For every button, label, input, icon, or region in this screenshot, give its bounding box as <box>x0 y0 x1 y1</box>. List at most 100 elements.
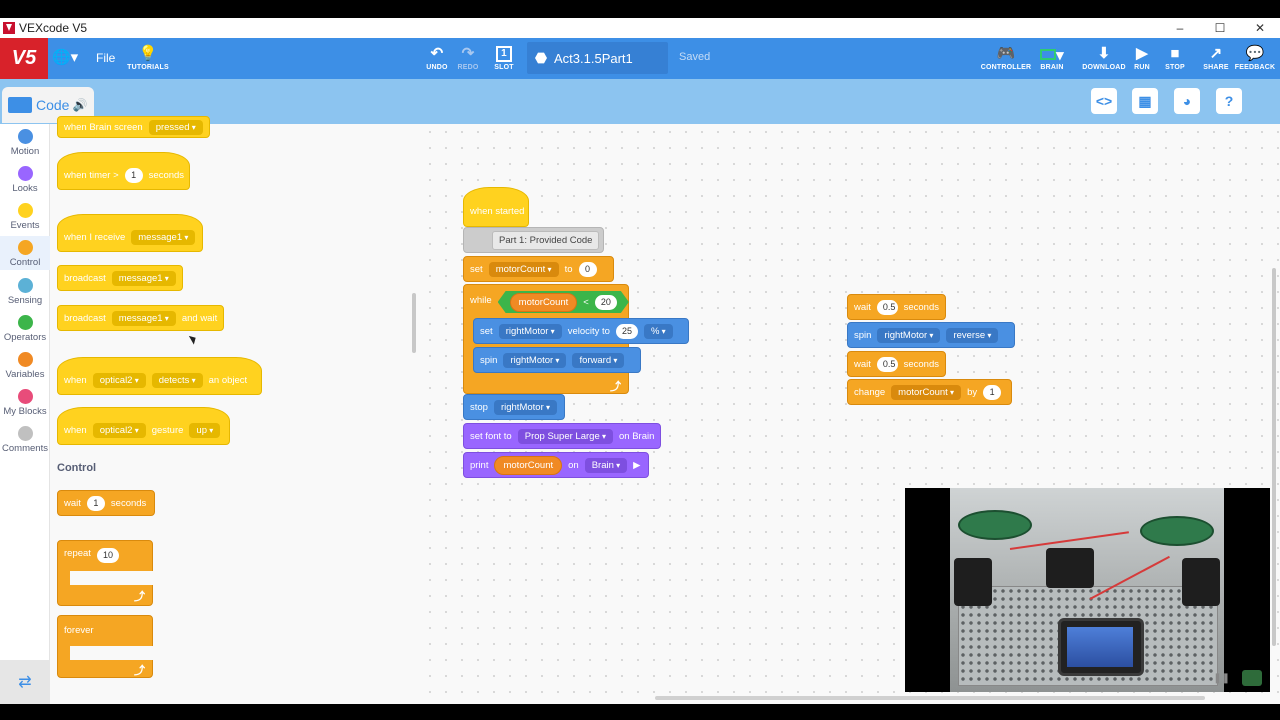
palette-when-brain-screen[interactable]: when Brain screen pressed <box>57 116 210 138</box>
brain-button[interactable]: ▾ BRAIN <box>1034 38 1070 79</box>
code-tab-label: Code <box>36 97 70 113</box>
set-velocity-block[interactable]: set rightMotor velocity to 25 % <box>473 318 689 344</box>
motor-dropdown[interactable]: rightMotor <box>498 323 562 339</box>
variable-dropdown[interactable]: motorCount <box>488 261 559 277</box>
project-name-field[interactable]: Act3.1.5Part1 <box>527 42 668 74</box>
category-my-blocks[interactable]: My Blocks <box>0 389 50 417</box>
sensor-dropdown[interactable]: optical2 <box>92 372 146 388</box>
motor-dropdown[interactable]: rightMotor <box>877 327 941 343</box>
category-looks[interactable]: Looks <box>0 166 50 194</box>
category-events[interactable]: Events <box>0 203 50 231</box>
variable-dropdown[interactable]: motorCount <box>891 384 962 400</box>
close-button[interactable]: ✕ <box>1240 18 1280 38</box>
video-control-button[interactable] <box>1242 670 1262 686</box>
minimize-button[interactable]: – <box>1160 18 1200 38</box>
unit-dropdown[interactable]: % <box>643 323 673 339</box>
side-spin-block[interactable]: spin rightMotor reverse <box>847 322 1015 348</box>
direction-dropdown[interactable]: forward <box>572 352 625 368</box>
help-button[interactable]: ? <box>1216 88 1242 114</box>
message-dropdown[interactable]: message1 <box>111 270 176 286</box>
download-button[interactable]: ⬇ DOWNLOAD <box>1082 38 1126 79</box>
tutorials-button[interactable]: 💡 TUTORIALS <box>127 38 169 79</box>
category-control[interactable]: Control <box>0 236 50 270</box>
wait-value-input[interactable]: 0.5 <box>876 299 898 315</box>
timer-value-input[interactable]: 1 <box>124 167 143 183</box>
motor-dropdown[interactable]: rightMotor <box>503 352 567 368</box>
wait-value-input[interactable]: 0.5 <box>876 356 898 372</box>
set-font-block[interactable]: set font to Prop Super Large on Brain <box>463 423 661 449</box>
run-button[interactable]: ▶ RUN <box>1132 38 1152 79</box>
font-dropdown[interactable]: Prop Super Large <box>517 428 613 444</box>
set-variable-block[interactable]: set motorCount to 0 <box>463 256 614 282</box>
palette-when-optical-detects[interactable]: when optical2 detects an object <box>57 357 262 395</box>
message-dropdown[interactable]: message1 <box>111 310 176 326</box>
wheel-left <box>958 510 1032 540</box>
detect-dropdown[interactable]: detects <box>151 372 203 388</box>
less-than-operator[interactable]: motorCount < 20 <box>498 291 629 313</box>
operator-symbol: < <box>583 296 589 308</box>
controller-button[interactable]: 🎮 CONTROLLER <box>980 38 1032 79</box>
sensor-dropdown[interactable]: optical2 <box>92 422 146 438</box>
category-comments[interactable]: Comments <box>0 426 50 454</box>
gesture-dropdown[interactable]: up <box>189 422 221 438</box>
comment-text[interactable]: Part 1: Provided Code <box>492 230 600 250</box>
wait-value-input[interactable]: 1 <box>86 495 105 511</box>
print-block[interactable]: print motorCount on Brain ▶ <box>463 452 649 478</box>
compare-value-input[interactable]: 20 <box>595 295 617 310</box>
palette-broadcast-and-wait[interactable]: broadcast message1 and wait <box>57 305 224 331</box>
pause-icon[interactable]: ❚❚ <box>1213 673 1230 684</box>
maximize-button[interactable]: ☐ <box>1200 18 1240 38</box>
controller-label: CONTROLLER <box>980 64 1032 71</box>
category-operators[interactable]: Operators <box>0 315 50 343</box>
block-text: wait <box>854 358 871 370</box>
undo-button[interactable]: ↶ UNDO <box>423 38 451 79</box>
stop-motor-block[interactable]: stop rightMotor <box>463 394 565 420</box>
variable-reporter[interactable]: motorCount <box>494 455 563 475</box>
workspace-h-scrollbar[interactable] <box>655 696 1205 700</box>
palette-broadcast[interactable]: broadcast message1 <box>57 265 183 291</box>
slot-button[interactable]: 1 SLOT <box>491 38 517 79</box>
side-wait-block-2[interactable]: wait 0.5 seconds <box>847 351 946 377</box>
spin-block[interactable]: spin rightMotor forward <box>473 347 641 373</box>
category-sensing[interactable]: Sensing <box>0 278 50 306</box>
side-wait-block-1[interactable]: wait 0.5 seconds <box>847 294 946 320</box>
when-started-block[interactable]: when started <box>463 187 529 227</box>
redo-button[interactable]: ↷ REDO <box>455 38 481 79</box>
palette-forever[interactable]: forever ⤴ <box>57 615 154 678</box>
expand-arrow-icon[interactable]: ▶ <box>633 460 640 471</box>
window-title: VEXcode V5 <box>19 21 88 35</box>
palette-repeat[interactable]: repeat 10 ⤴ <box>57 540 154 606</box>
category-variables[interactable]: Variables <box>0 352 50 380</box>
devices-button[interactable]: ▦ <box>1132 88 1158 114</box>
palette-when-timer[interactable]: when timer > 1 seconds <box>57 152 190 190</box>
palette-when-optical-gesture[interactable]: when optical2 gesture up <box>57 407 230 445</box>
code-viewer-button[interactable]: <> <box>1091 88 1117 114</box>
file-menu[interactable]: File <box>96 51 115 65</box>
share-button[interactable]: ↗ SHARE <box>1203 38 1229 79</box>
palette-scrollbar[interactable] <box>412 293 416 353</box>
change-value-input[interactable]: 1 <box>983 384 1002 400</box>
feedback-button[interactable]: 💬 FEEDBACK <box>1235 38 1275 79</box>
direction-dropdown[interactable]: reverse <box>946 327 999 343</box>
palette-when-i-receive[interactable]: when I receive message1 <box>57 214 203 252</box>
block-text: and wait <box>181 312 218 324</box>
motor-dropdown[interactable]: rightMotor <box>493 399 557 415</box>
speaker-icon[interactable]: 🔊 <box>72 98 87 112</box>
stop-button[interactable]: ■ STOP <box>1163 38 1187 79</box>
repeat-value-input[interactable]: 10 <box>96 548 119 563</box>
set-value-input[interactable]: 0 <box>578 261 597 277</box>
target-dropdown[interactable]: Brain <box>584 457 628 473</box>
variable-reporter[interactable]: motorCount <box>510 293 578 312</box>
category-motion[interactable]: Motion <box>0 129 50 157</box>
message-dropdown[interactable]: message1 <box>131 229 196 245</box>
brain-screen-dropdown[interactable]: pressed <box>148 119 203 135</box>
velocity-value-input[interactable]: 25 <box>615 323 638 339</box>
block-text: seconds <box>148 169 185 181</box>
palette-wait[interactable]: wait 1 seconds <box>57 490 155 516</box>
globe-icon[interactable]: 🌐▾ <box>52 48 78 66</box>
workspace-v-scrollbar[interactable] <box>1272 268 1276 646</box>
comment-block[interactable]: Part 1: Provided Code <box>463 227 604 253</box>
dashboard-button[interactable]: ◕ <box>1174 88 1200 114</box>
extensions-button[interactable]: ⇄ <box>0 660 50 704</box>
change-variable-block[interactable]: change motorCount by 1 <box>847 379 1012 405</box>
